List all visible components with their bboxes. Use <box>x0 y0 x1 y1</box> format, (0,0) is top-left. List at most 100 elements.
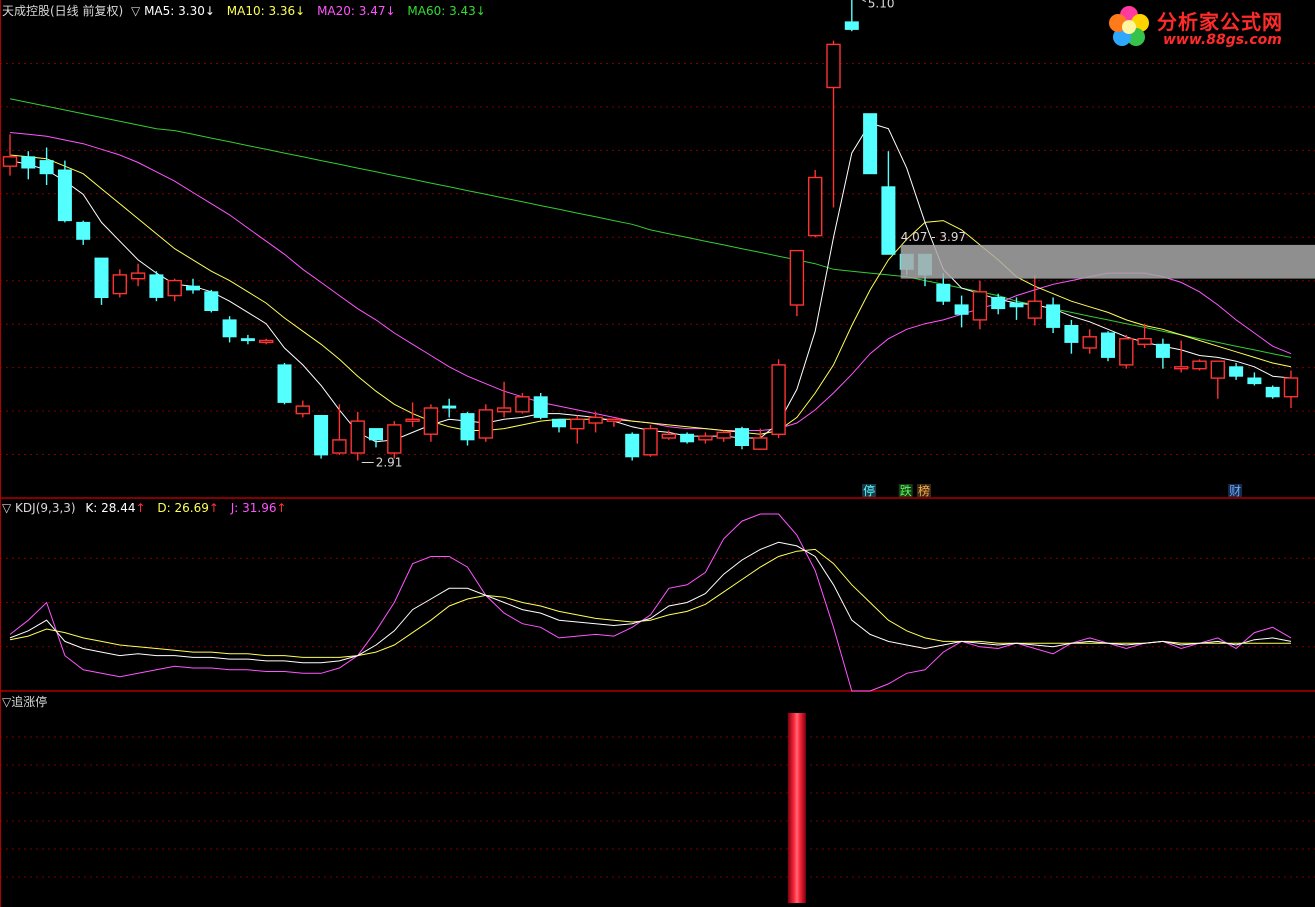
candle-body <box>808 176 823 237</box>
arrow-down-icon: ↓ <box>385 4 396 18</box>
candle-body <box>405 418 420 422</box>
site-logo: 分析家公式网 www.88gs.com <box>1105 2 1305 52</box>
candle-body <box>844 21 859 30</box>
tag-bang: 榜 <box>918 483 930 498</box>
candle-body <box>680 433 695 443</box>
candle-body <box>1082 336 1097 349</box>
candle-body <box>625 433 640 458</box>
candle-body <box>863 113 878 175</box>
kdj-d-value: D: 26.69 <box>157 501 209 515</box>
candle-body <box>21 156 36 169</box>
candle-body <box>533 396 548 418</box>
arrow-down-icon: ↓ <box>295 4 306 18</box>
candle-body <box>1283 377 1299 398</box>
indicator-title[interactable]: ▽追涨停 <box>2 695 47 709</box>
candle-body <box>130 272 146 280</box>
candle-body <box>552 418 566 428</box>
candle-body <box>387 424 402 454</box>
candle-body <box>789 249 805 306</box>
candle-body <box>496 407 512 413</box>
candle-body <box>753 437 768 450</box>
candle-body <box>826 43 841 89</box>
candle-body <box>936 283 951 302</box>
candle-body <box>460 413 475 441</box>
candle-body <box>57 169 72 222</box>
logo-title: 分析家公式网 <box>1157 10 1283 34</box>
logo-url: www.88gs.com <box>1163 32 1282 48</box>
candle-body <box>1009 302 1024 308</box>
candle-body <box>1119 338 1134 366</box>
chart-root: 5.10 2.91 4.07 - 3.97 停 跌榜 财 天成控股(日线 前复权) ▽ M… <box>0 0 1315 907</box>
indicator-header: ▽追涨停 <box>2 695 51 709</box>
candle-body <box>972 291 988 321</box>
candle-body <box>350 420 365 454</box>
ma60-line <box>9 98 1292 358</box>
candle-body <box>570 418 585 430</box>
ma20-value: MA20: 3.47 <box>317 4 386 18</box>
candle-body <box>881 186 896 255</box>
candle-body <box>1064 325 1079 343</box>
zhuizhangting-signal-bar <box>787 713 806 903</box>
candle-body <box>186 285 200 291</box>
candle-body <box>716 431 731 439</box>
candle-body <box>954 304 969 315</box>
candle-body <box>515 396 530 413</box>
ma20-line <box>9 132 1292 431</box>
main-header: 天成控股(日线 前复权) ▽ MA5: 3.30↓ MA10: 3.36↓ MA… <box>2 4 490 18</box>
arrow-down-icon: ↓ <box>204 4 215 18</box>
tag-cai: 财 <box>1229 484 1241 498</box>
candle-body <box>698 435 713 441</box>
candle-body <box>643 427 658 456</box>
candle-body <box>76 221 91 240</box>
ma-prefix[interactable]: ▽ <box>131 4 140 18</box>
candle-body <box>478 409 493 439</box>
candle-body <box>606 418 622 422</box>
stock-name: 天成控股(日线 前复权) <box>2 4 124 18</box>
high-price-label: 5.10 <box>868 0 895 11</box>
kdj-d-line <box>9 548 1291 658</box>
kdj-k-value: K: 28.44 <box>85 501 136 515</box>
chart-canvas[interactable]: 5.10 2.91 4.07 - 3.97 停 跌榜 财 <box>0 0 1315 907</box>
candle-body <box>204 291 219 311</box>
candle-body <box>314 415 329 456</box>
candle-body <box>1137 338 1152 346</box>
ma10-line <box>9 154 1292 435</box>
arrow-up-icon: ↑ <box>135 501 146 515</box>
candle-body <box>222 319 237 338</box>
ma5-value: MA5: 3.30 <box>144 4 205 18</box>
candle-body <box>771 364 786 435</box>
candle-body <box>259 339 274 344</box>
kdj-header: ▽ KDJ(9,3,3) K: 28.44↑ D: 26.69↑ J: 31.9… <box>2 501 291 515</box>
candle-body <box>1046 304 1061 328</box>
range-label: 4.07 - 3.97 <box>901 230 966 244</box>
candle-body <box>1210 360 1226 379</box>
candle-body <box>423 407 439 435</box>
candle-body <box>661 433 676 439</box>
range-box <box>900 244 1315 279</box>
arrow-up-icon: ↑ <box>276 501 287 515</box>
kdj-title[interactable]: ▽ KDJ(9,3,3) <box>2 501 76 515</box>
ma5-line <box>9 122 1292 443</box>
candle-body <box>1027 300 1043 319</box>
high-pointer <box>861 0 867 3</box>
low-price-label: 2.91 <box>376 456 403 470</box>
candle-body <box>240 338 255 342</box>
candle-body <box>991 296 1006 310</box>
candle-body <box>1173 366 1189 370</box>
candle-body <box>369 428 383 441</box>
candle-body <box>295 405 310 415</box>
candle-body <box>442 405 457 409</box>
candle-body <box>2 156 18 167</box>
candle-body <box>1192 360 1207 370</box>
arrow-down-icon: ↓ <box>475 4 486 18</box>
candle-body <box>1265 386 1280 398</box>
candle-body <box>1247 377 1262 385</box>
candle-body <box>1229 366 1244 377</box>
candle-body <box>277 364 292 403</box>
candle-body <box>94 257 109 299</box>
candle-body <box>167 279 182 297</box>
candle-body <box>1101 332 1115 358</box>
candle-body <box>735 428 749 447</box>
candle-body <box>149 274 164 298</box>
tag-die: 跌 <box>900 483 912 498</box>
